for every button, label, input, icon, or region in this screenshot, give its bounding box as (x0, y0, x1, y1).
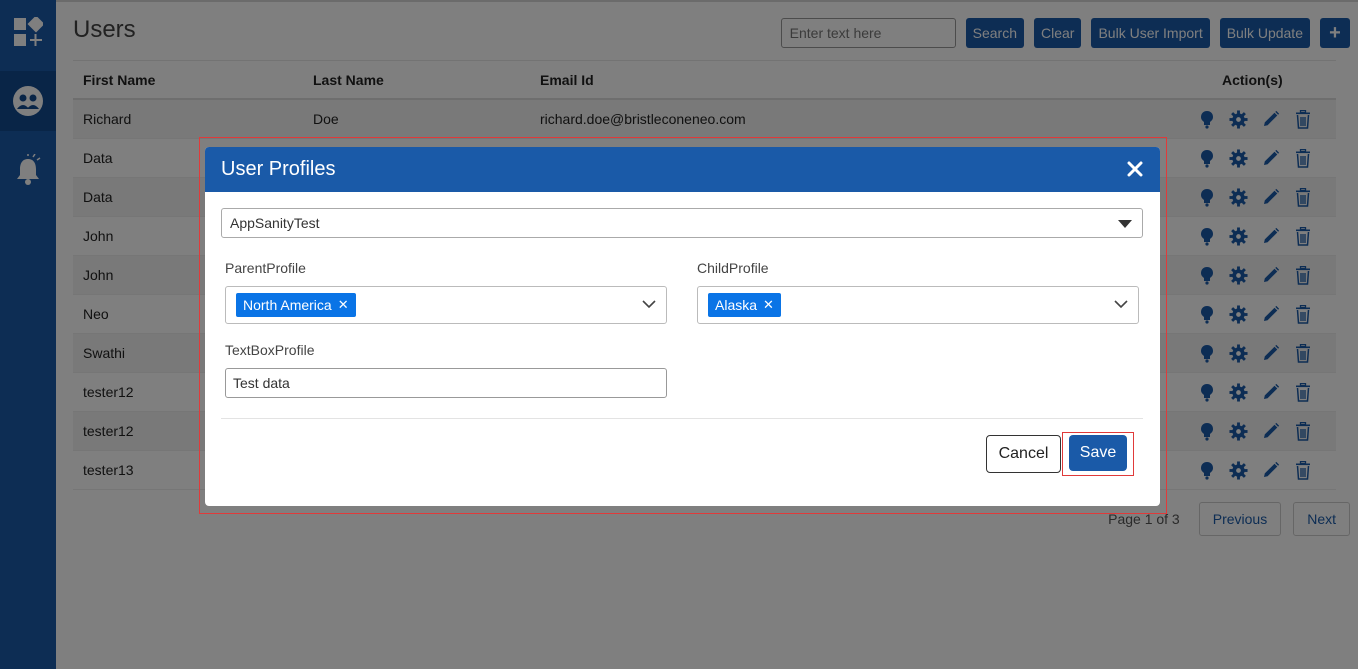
application-select[interactable]: AppSanityTest (221, 208, 1143, 238)
remove-chip-icon[interactable]: ✕ (763, 297, 774, 313)
close-dialog-button[interactable] (1124, 158, 1146, 180)
save-button[interactable]: Save (1069, 435, 1127, 471)
chip-label: North America (243, 297, 332, 313)
caret-down-icon (1118, 220, 1132, 228)
child-profile-label: ChildProfile (697, 260, 769, 276)
parent-profile-chip: North America ✕ (236, 293, 356, 317)
chip-label: Alaska (715, 297, 758, 313)
parent-profile-label: ParentProfile (225, 260, 306, 276)
application-select-value: AppSanityTest (230, 215, 320, 231)
textbox-profile-label: TextBoxProfile (225, 342, 315, 358)
close-icon (1127, 161, 1143, 177)
parent-profile-select[interactable]: North America ✕ (225, 286, 667, 324)
chevron-down-icon (642, 300, 656, 309)
chevron-down-icon (1114, 300, 1128, 309)
textbox-profile-input[interactable] (225, 368, 667, 398)
child-profile-chip: Alaska ✕ (708, 293, 781, 317)
remove-chip-icon[interactable]: ✕ (338, 297, 349, 313)
cancel-button[interactable]: Cancel (986, 435, 1061, 473)
child-profile-select[interactable]: Alaska ✕ (697, 286, 1139, 324)
footer-divider (221, 418, 1143, 419)
dialog-header: User Profiles (205, 147, 1160, 192)
user-profiles-dialog: User Profiles AppSanityTest ParentProfil… (205, 147, 1160, 506)
dialog-title: User Profiles (221, 158, 336, 180)
